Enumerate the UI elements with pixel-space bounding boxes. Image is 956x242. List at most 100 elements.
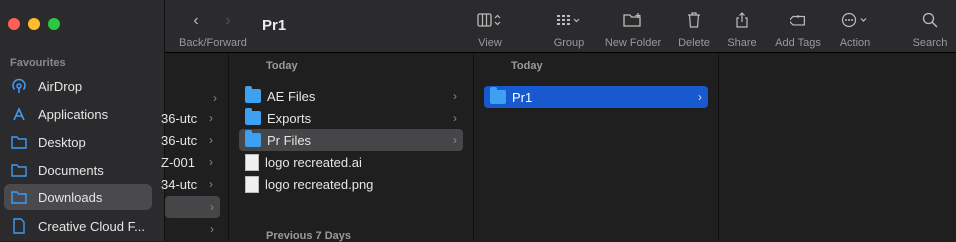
sidebar-item-creative-cloud[interactable]: Creative Cloud F... <box>4 213 152 239</box>
delete-button[interactable]: Delete <box>675 10 713 49</box>
folder-icon <box>245 108 261 125</box>
minimize-button[interactable] <box>28 18 40 30</box>
sidebar-item-label: AirDrop <box>38 78 83 94</box>
group-label: Group <box>553 37 585 49</box>
search-icon <box>910 10 950 30</box>
action-label: Action <box>839 37 871 49</box>
sidebar-item-label: Documents <box>38 162 104 178</box>
sidebar-item-label: Desktop <box>38 134 86 150</box>
chevron-right-icon: › <box>209 155 213 169</box>
list-item-label: 36-utc <box>161 132 198 148</box>
view-label: View <box>478 37 502 49</box>
document-icon <box>10 217 28 235</box>
list-item[interactable]: 34-utc › <box>161 173 219 195</box>
new-folder-button[interactable]: New Folder <box>601 10 665 49</box>
sidebar-item-documents[interactable]: Documents <box>4 157 152 183</box>
list-item-logo-png[interactable]: logo recreated.png <box>239 173 463 195</box>
action-button[interactable]: Action <box>835 10 875 49</box>
group-icon <box>548 10 590 30</box>
section-today: Today <box>511 60 543 72</box>
new-folder-icon <box>601 10 665 30</box>
sidebar-item-label: Downloads <box>38 189 103 205</box>
sidebar-item-label: Creative Cloud F... <box>38 218 145 234</box>
list-item-logo-ai[interactable]: logo recreated.ai <box>239 151 463 173</box>
image-file-icon <box>245 175 259 193</box>
folder-icon <box>245 130 261 147</box>
chevron-right-icon: › <box>453 111 457 125</box>
section-today: Today <box>266 60 298 72</box>
list-item-label: logo recreated.ai <box>265 154 362 170</box>
list-item[interactable]: 36-utc › <box>161 107 219 129</box>
columns-view-icon <box>470 10 510 30</box>
group-button[interactable]: Group <box>548 10 590 49</box>
column-downloads: Today AE Files › Exports › Pr Files › lo… <box>229 53 474 242</box>
list-item[interactable]: 36-utc › <box>161 129 219 151</box>
window-controls <box>8 18 60 30</box>
folder-icon <box>490 87 506 104</box>
chevron-right-icon: › <box>209 133 213 147</box>
document-icon <box>245 153 259 171</box>
chevron-right-icon: › <box>210 200 214 214</box>
chevron-right-icon: › <box>453 89 457 103</box>
folder-icon <box>245 86 261 103</box>
list-item[interactable]: › <box>165 218 220 240</box>
trash-icon <box>675 10 713 30</box>
add-tags-label: Add Tags <box>775 37 821 49</box>
delete-label: Delete <box>678 37 710 49</box>
download-icon <box>10 188 28 206</box>
list-item-label: 36-utc <box>161 110 198 126</box>
chevron-right-icon: › <box>698 90 702 104</box>
column-pr-files: Today Pr1 › <box>474 53 719 241</box>
folder-icon <box>10 161 28 179</box>
chevron-right-icon: › <box>213 91 217 105</box>
share-button[interactable]: Share <box>725 10 759 49</box>
applications-icon <box>10 105 28 123</box>
chevron-right-icon: › <box>453 133 457 147</box>
add-tags-button[interactable]: Add Tags <box>770 10 826 49</box>
list-item-label: logo recreated.png <box>265 176 374 192</box>
chevron-right-icon: › <box>209 111 213 125</box>
tag-icon <box>770 10 826 30</box>
sidebar-item-downloads[interactable]: Downloads <box>4 184 152 210</box>
close-button[interactable] <box>8 18 20 30</box>
sidebar: Favourites AirDrop Applications Desktop … <box>0 0 165 241</box>
airdrop-icon <box>10 77 28 95</box>
list-item-pr1[interactable]: Pr1 › <box>484 86 708 108</box>
list-item-label: Exports <box>267 110 312 126</box>
search-button[interactable]: Search <box>910 10 950 49</box>
chevron-right-icon: › <box>209 177 213 191</box>
share-label: Share <box>727 37 757 49</box>
folder-icon <box>10 133 28 151</box>
list-item[interactable]: › <box>165 87 223 109</box>
list-item-label: AE Files <box>267 88 316 104</box>
sidebar-item-label: Applications <box>38 106 109 122</box>
section-previous-7-days: Previous 7 Days <box>266 230 351 242</box>
back-forward-controls: ‹ › <box>190 12 234 30</box>
share-icon <box>725 10 759 30</box>
list-item-label: Z-001 <box>161 154 195 170</box>
list-item-label: Pr1 <box>512 89 533 105</box>
list-item[interactable]: Z-001 › <box>161 151 219 173</box>
favourites-heading: Favourites <box>10 57 66 69</box>
back-forward-label: Back/Forward <box>179 37 247 49</box>
new-folder-label: New Folder <box>604 37 662 49</box>
zoom-button[interactable] <box>48 18 60 30</box>
column-parent: › 36-utc › 36-utc › Z-001 › 34-utc › › › <box>161 53 229 241</box>
sidebar-item-airdrop[interactable]: AirDrop <box>4 73 152 99</box>
view-button[interactable]: View <box>470 10 510 49</box>
list-item-ae-files[interactable]: AE Files › <box>239 85 463 107</box>
back-chevron-icon[interactable]: ‹ <box>190 12 202 30</box>
window-title: Pr1 <box>262 17 287 34</box>
sidebar-item-desktop[interactable]: Desktop <box>4 129 152 155</box>
list-item-label: 34-utc <box>161 176 198 192</box>
forward-chevron-icon[interactable]: › <box>222 12 234 30</box>
sidebar-item-applications[interactable]: Applications <box>4 101 152 127</box>
list-item-exports[interactable]: Exports › <box>239 107 463 129</box>
chevron-right-icon: › <box>210 222 214 236</box>
list-item-selected[interactable]: › <box>165 196 220 218</box>
search-label: Search <box>912 37 948 49</box>
list-item-label: Pr Files <box>267 132 312 148</box>
action-menu-icon <box>835 10 875 30</box>
column-pr1-empty <box>719 53 956 241</box>
list-item-pr-files[interactable]: Pr Files › <box>239 129 463 151</box>
